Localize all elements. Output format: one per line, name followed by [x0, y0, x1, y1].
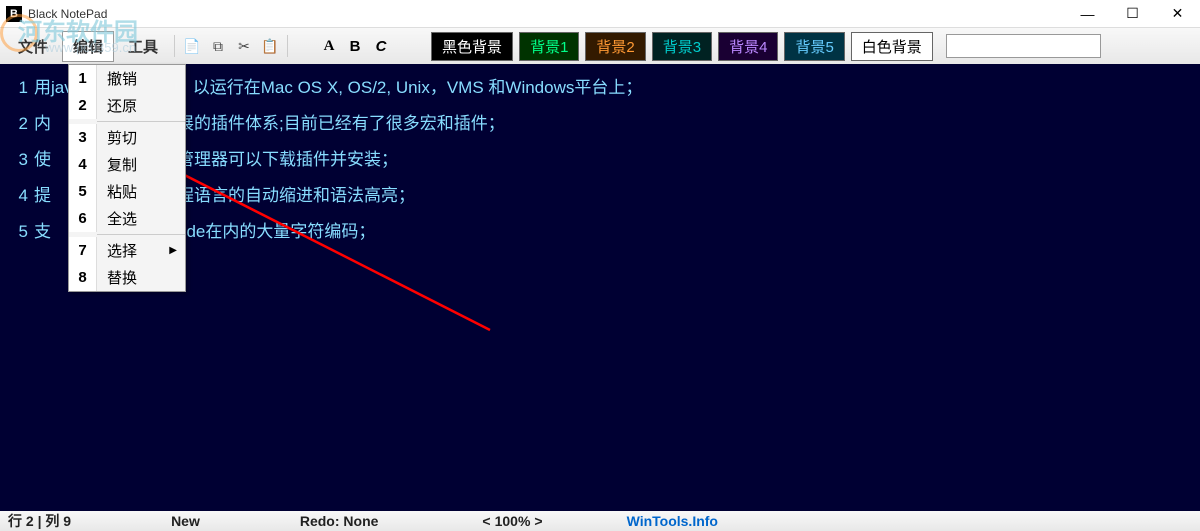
- app-icon: B: [6, 6, 22, 22]
- format-c-button[interactable]: C: [370, 38, 392, 55]
- bg-black-button[interactable]: 黑色背景: [431, 32, 513, 61]
- dropdown-selectall[interactable]: 6 全选: [69, 205, 185, 232]
- bg-white-button[interactable]: 白色背景: [851, 32, 933, 61]
- menu-tools[interactable]: 工具: [118, 32, 168, 61]
- status-position: 行 2 | 列 9: [8, 511, 71, 531]
- bg-4-button[interactable]: 背景4: [718, 32, 778, 61]
- editor-line: 5 支 ode在内的大量字符编码；: [10, 214, 1200, 250]
- dropdown-undo[interactable]: 1 撤销: [69, 65, 185, 92]
- dropdown-replace[interactable]: 8 替换: [69, 264, 185, 291]
- bg-3-button[interactable]: 背景3: [652, 32, 712, 61]
- zoom-out-button[interactable]: <: [478, 513, 494, 529]
- statusbar: 行 2 | 列 9 New Redo: None < 100% > WinToo…: [0, 511, 1200, 531]
- status-link[interactable]: WinTools.Info: [627, 513, 718, 529]
- dropdown-cut[interactable]: 3 剪切: [69, 124, 185, 151]
- editor-line: 1 用jav 以运行在Mac OS X, OS/2, Unix，VMS 和Win…: [10, 70, 1200, 106]
- menu-file[interactable]: 文件: [8, 32, 58, 61]
- dropdown-copy[interactable]: 4 复制: [69, 151, 185, 178]
- zoom-level: 100%: [495, 513, 531, 529]
- edit-dropdown: 1 撤销 2 还原 3 剪切 4 复制 5 粘贴 6 全选 7 选择 ▶ 8 替…: [68, 64, 186, 292]
- dropdown-paste[interactable]: 5 粘贴: [69, 178, 185, 205]
- bg-2-button[interactable]: 背景2: [585, 32, 645, 61]
- editor-line: 3 使 管理器可以下载插件并安装；: [10, 142, 1200, 178]
- status-file: New: [171, 513, 200, 529]
- bg-5-button[interactable]: 背景5: [784, 32, 844, 61]
- cut-icon[interactable]: ✂: [233, 35, 255, 57]
- format-b-button[interactable]: B: [344, 38, 366, 55]
- chevron-right-icon: ▶: [169, 245, 177, 256]
- maximize-button[interactable]: ☐: [1110, 0, 1155, 27]
- copy-icon[interactable]: ⧉: [207, 35, 229, 57]
- minimize-button[interactable]: ―: [1065, 0, 1110, 27]
- format-a-button[interactable]: A: [318, 38, 340, 55]
- window-titlebar: B Black NotePad ― ☐ ✕: [0, 0, 1200, 28]
- dropdown-select[interactable]: 7 选择 ▶: [69, 237, 185, 264]
- search-input[interactable]: [946, 34, 1101, 58]
- editor-line: 2 内 展的插件体系;目前已经有了很多宏和插件；: [10, 106, 1200, 142]
- toolbar: 文件 编辑 工具 📄 ⧉ ✂ 📋 A B C 黑色背景 背景1 背景2 背景3 …: [0, 28, 1200, 64]
- new-icon[interactable]: 📄: [181, 35, 203, 57]
- dropdown-redo[interactable]: 2 还原: [69, 92, 185, 119]
- status-redo: Redo: None: [300, 513, 379, 529]
- paste-icon[interactable]: 📋: [259, 35, 281, 57]
- editor-line: 4 提 程语言的自动缩进和语法高亮；: [10, 178, 1200, 214]
- bg-1-button[interactable]: 背景1: [519, 32, 579, 61]
- menu-edit[interactable]: 编辑: [62, 31, 114, 62]
- zoom-in-button[interactable]: >: [530, 513, 546, 529]
- close-button[interactable]: ✕: [1155, 0, 1200, 27]
- window-title: Black NotePad: [28, 7, 1065, 21]
